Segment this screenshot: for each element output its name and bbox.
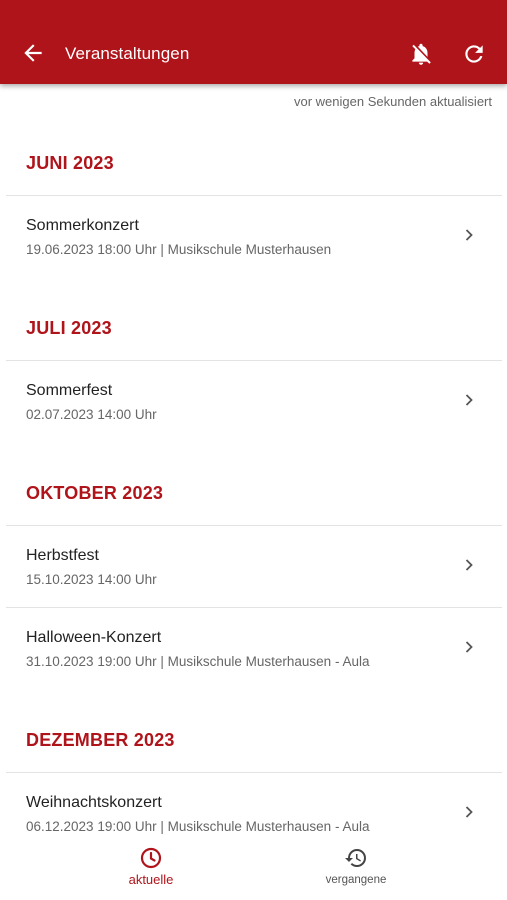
- event-title: Halloween-Konzert: [26, 629, 162, 646]
- page-title: Veranstaltungen: [65, 44, 190, 63]
- nav-tab-past[interactable]: vergangene: [296, 838, 416, 894]
- last-updated-text: vor wenigen Sekunden aktualisiert: [293, 94, 492, 109]
- bottom-navigation: aktuelle vergangene: [0, 838, 507, 900]
- event-title: Weihnachtskonzert: [26, 794, 162, 811]
- event-details: 02.07.2023 14:00 Uhr: [26, 407, 157, 422]
- arrow-back-icon[interactable]: [20, 40, 46, 66]
- refresh-icon[interactable]: [461, 41, 487, 67]
- month-header: DEZEMBER 2023: [26, 730, 175, 750]
- event-details: 15.10.2023 14:00 Uhr: [26, 572, 157, 587]
- history-icon: [344, 846, 368, 870]
- month-header: JULI 2023: [26, 318, 112, 338]
- event-details: 19.06.2023 18:00 Uhr | Musikschule Muste…: [26, 242, 332, 257]
- chevron-right-icon: [462, 558, 476, 572]
- chevron-right-icon: [462, 393, 476, 407]
- event-details: 06.12.2023 19:00 Uhr | Musikschule Muste…: [26, 819, 370, 834]
- chevron-right-icon: [462, 805, 476, 819]
- divider: [6, 195, 502, 196]
- event-title: Herbstfest: [26, 547, 99, 564]
- event-item[interactable]: Sommerkonzert 19.06.2023 18:00 Uhr | Mus…: [0, 216, 507, 296]
- event-item[interactable]: Herbstfest 15.10.2023 14:00 Uhr: [0, 546, 507, 626]
- app-bar: Veranstaltungen: [0, 0, 507, 84]
- clock-icon: [139, 846, 163, 870]
- event-details: 31.10.2023 19:00 Uhr | Musikschule Muste…: [26, 654, 370, 669]
- divider: [6, 525, 502, 526]
- divider: [6, 360, 502, 361]
- divider: [6, 772, 502, 773]
- nav-tab-past-label: vergangene: [325, 874, 387, 886]
- nav-tab-current[interactable]: aktuelle: [91, 838, 211, 894]
- month-header: JUNI 2023: [26, 153, 114, 173]
- event-title: Sommerkonzert: [26, 217, 139, 234]
- chevron-right-icon: [462, 228, 476, 242]
- chevron-right-icon: [462, 640, 476, 654]
- month-header: OKTOBER 2023: [26, 483, 164, 503]
- nav-tab-current-label: aktuelle: [128, 872, 174, 887]
- divider: [6, 607, 502, 608]
- event-title: Sommerfest: [26, 382, 113, 399]
- event-item[interactable]: Halloween-Konzert 31.10.2023 19:00 Uhr |…: [0, 628, 507, 708]
- event-item[interactable]: Sommerfest 02.07.2023 14:00 Uhr: [0, 381, 507, 461]
- bell-off-icon[interactable]: [408, 41, 434, 67]
